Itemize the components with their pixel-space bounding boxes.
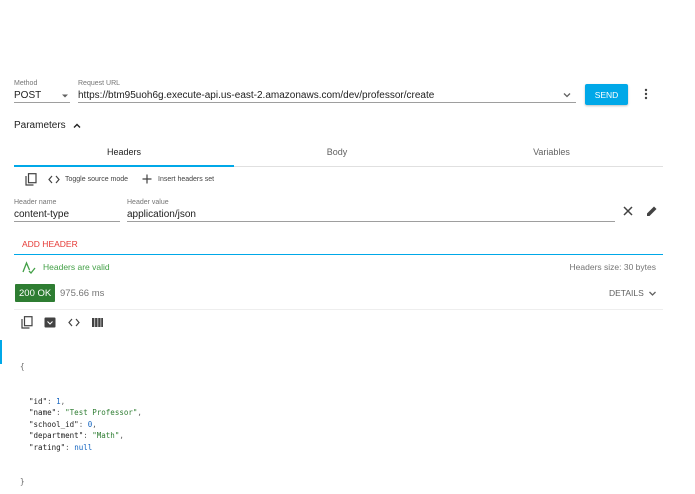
plus-icon	[142, 174, 152, 184]
details-button[interactable]: DETAILS	[609, 288, 657, 298]
response-body-marker	[0, 340, 2, 364]
add-header-button[interactable]: ADD HEADER	[22, 239, 78, 249]
valid-check-icon	[22, 260, 36, 274]
json-key: "name"	[29, 408, 57, 417]
chevron-up-icon	[72, 121, 82, 131]
json-key: "id"	[29, 396, 48, 406]
url-label: Request URL	[78, 80, 121, 87]
header-name-value: content-type	[14, 209, 70, 220]
json-line: "name": "Test Professor",	[20, 407, 142, 419]
url-input[interactable]: https://btm95uoh6g.execute-api.us-east-2…	[78, 88, 576, 103]
tab-indicator	[14, 165, 234, 167]
response-body: { "id": 1, "name": "Test Professor", "sc…	[20, 338, 142, 494]
validation-divider	[14, 254, 663, 255]
json-fields: "id": 1, "name": "Test Professor", "scho…	[20, 396, 142, 454]
url-value: https://btm95uoh6g.execute-api.us-east-2…	[78, 90, 435, 101]
response-time: 975.66 ms	[60, 288, 105, 299]
tab-variables[interactable]: Variables	[440, 147, 663, 157]
method-label: Method	[14, 80, 38, 87]
details-label: DETAILS	[609, 288, 644, 298]
tab-headers[interactable]: Headers	[14, 147, 234, 157]
header-value-value: application/json	[127, 209, 196, 220]
json-comma: ,	[92, 419, 97, 429]
json-line: "id": 1,	[20, 396, 142, 408]
parameters-toggle[interactable]: Parameters	[14, 120, 82, 131]
json-colon: :	[47, 396, 57, 406]
insert-headers-set-button[interactable]: Insert headers set	[142, 174, 214, 184]
parameters-title: Parameters	[14, 120, 66, 131]
header-value-input[interactable]: application/json	[127, 207, 615, 222]
toggle-source-mode-button[interactable]: Toggle source mode	[48, 174, 128, 184]
json-line: "department": "Math",	[20, 430, 142, 442]
code-view-icon[interactable]	[67, 317, 80, 327]
chevron-down-icon	[648, 289, 657, 298]
json-line: "rating": null	[20, 442, 142, 454]
status-badge: 200 OK	[15, 284, 56, 302]
header-name-label: Header name	[14, 199, 57, 206]
tab-body[interactable]: Body	[234, 147, 440, 157]
send-button[interactable]: SEND	[585, 84, 628, 105]
json-close-brace: }	[20, 477, 25, 486]
json-comma: ,	[119, 431, 124, 440]
insert-headers-set-label: Insert headers set	[158, 175, 215, 183]
json-open-brace: {	[20, 362, 25, 371]
json-value: null	[74, 442, 93, 452]
columns-icon[interactable]	[91, 317, 103, 327]
header-value-label: Header value	[127, 199, 169, 206]
json-value: "Math"	[92, 431, 120, 440]
method-select[interactable]: POST	[14, 88, 70, 103]
copy-icon[interactable]	[24, 173, 37, 186]
json-key: "department"	[29, 431, 84, 440]
json-comma: ,	[137, 408, 142, 417]
toggle-source-mode-label: Toggle source mode	[65, 175, 129, 183]
json-colon: :	[78, 419, 88, 429]
headers-size-text: Headers size: 30 bytes	[569, 262, 656, 272]
response-divider	[14, 309, 663, 310]
chevron-down-icon[interactable]	[562, 90, 572, 100]
archive-icon[interactable]	[43, 316, 56, 328]
json-key: "school_id"	[29, 419, 79, 429]
close-icon[interactable]	[622, 205, 634, 217]
more-vert-icon[interactable]	[640, 86, 652, 102]
json-key: "rating"	[29, 442, 66, 452]
json-value: "Test Professor"	[65, 408, 138, 417]
json-colon: :	[83, 431, 93, 440]
header-name-input[interactable]: content-type	[14, 207, 120, 222]
copy-response-icon[interactable]	[20, 316, 33, 329]
json-colon: :	[65, 442, 75, 452]
edit-icon[interactable]	[645, 204, 658, 217]
json-colon: :	[56, 408, 66, 417]
json-line: "school_id": 0,	[20, 419, 142, 431]
code-icon	[48, 174, 60, 184]
caret-down-icon	[60, 91, 70, 101]
parameters-tabs: Headers Body Variables	[14, 140, 663, 167]
headers-valid-text: Headers are valid	[43, 262, 110, 272]
method-value: POST	[14, 90, 42, 101]
json-comma: ,	[60, 396, 66, 406]
